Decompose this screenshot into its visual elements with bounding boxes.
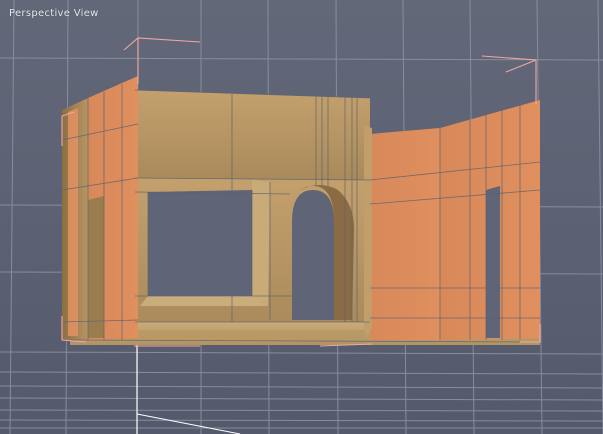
horizontal-axis-line — [136, 413, 241, 434]
perspective-viewport[interactable]: Perspective View — [0, 0, 603, 434]
window-reveal — [252, 180, 270, 306]
left-wall[interactable] — [62, 76, 138, 340]
arched-doorway — [292, 190, 334, 320]
right-wall[interactable] — [364, 100, 540, 340]
viewport-title[interactable]: Perspective View — [9, 8, 99, 19]
window-opening — [148, 190, 252, 296]
scene-canvas[interactable] — [0, 0, 603, 434]
